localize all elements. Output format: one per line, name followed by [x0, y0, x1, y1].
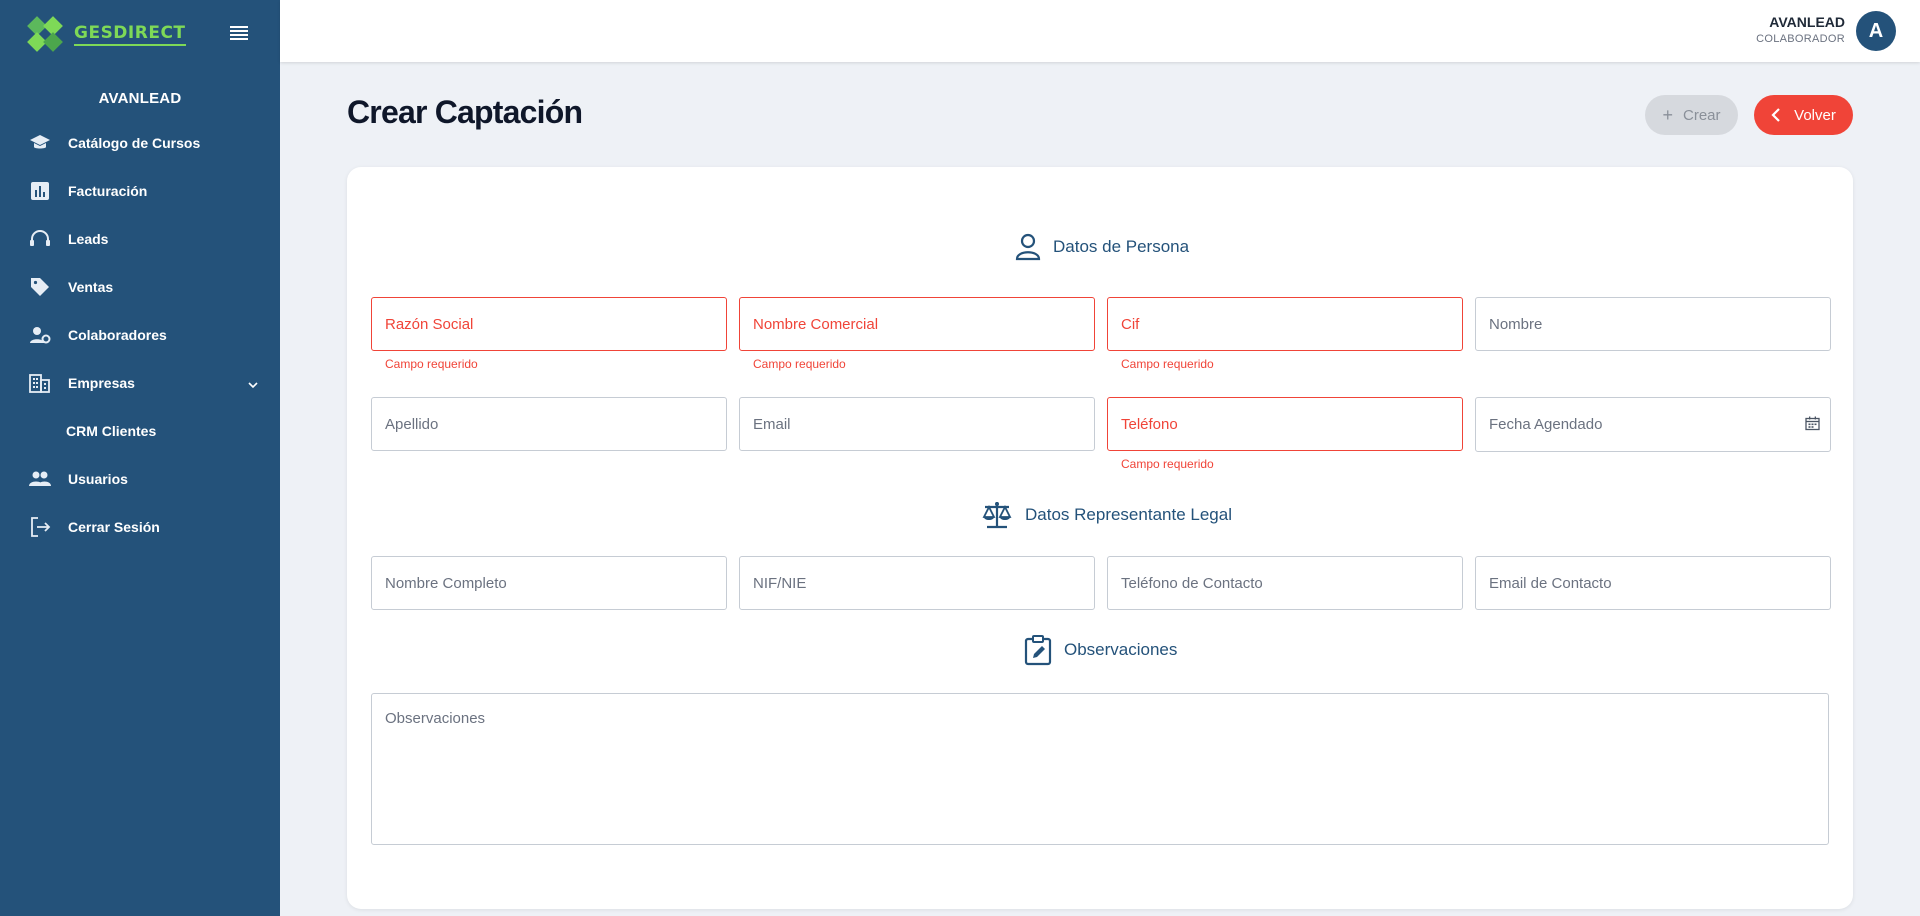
sidebar-item-label: Ventas — [68, 279, 114, 295]
building-icon — [28, 371, 52, 395]
user-info: AVANLEAD COLABORADOR — [1756, 14, 1845, 45]
sidebar: GESDIRECT AVANLEAD Catálogo de Cursos Fa… — [0, 0, 280, 916]
field-placeholder: Teléfono — [1121, 415, 1178, 433]
page-title: Crear Captación — [347, 94, 583, 130]
section-title: Datos de Persona — [1053, 237, 1190, 256]
field-placeholder: NIF/NIE — [753, 574, 807, 592]
section-title: Datos Representante Legal — [1025, 505, 1232, 524]
back-button[interactable]: Volver — [1754, 95, 1853, 135]
field-placeholder: Observaciones — [385, 710, 486, 727]
chevron-down-icon[interactable] — [248, 376, 258, 392]
sidebar-item-label: Facturación — [68, 183, 148, 199]
fecha-agendado-field[interactable]: Fecha Agendado — [1475, 397, 1831, 452]
users-icon — [28, 467, 52, 491]
field-placeholder: Apellido — [385, 415, 439, 433]
section-observaciones: Observaciones — [1024, 634, 1177, 666]
bar-chart-icon — [28, 179, 52, 203]
plus-icon: + — [1662, 104, 1673, 125]
clipboard-edit-icon — [1024, 634, 1052, 666]
error-message: Campo requerido — [1121, 457, 1214, 471]
sidebar-item-empresas[interactable]: Empresas — [0, 359, 280, 407]
error-message: Campo requerido — [753, 357, 846, 371]
form-card: Datos de Persona Razón Social Campo requ… — [347, 167, 1853, 909]
section-representante-legal: Datos Representante Legal — [981, 500, 1232, 530]
sidebar-item-catalogo[interactable]: Catálogo de Cursos — [0, 119, 280, 167]
chevron-left-icon — [1771, 108, 1780, 122]
logo-icon — [26, 15, 64, 53]
menu-toggle-icon[interactable] — [230, 26, 248, 40]
error-message: Campo requerido — [1121, 357, 1214, 371]
back-button-label: Volver — [1794, 106, 1836, 124]
email-field[interactable]: Email — [739, 397, 1095, 451]
field-placeholder: Email — [753, 415, 791, 433]
user-gear-icon — [28, 323, 52, 347]
section-title: Observaciones — [1064, 640, 1178, 659]
brand-name: GESDIRECT — [74, 23, 186, 46]
sidebar-item-label: Colaboradores — [68, 327, 167, 343]
field-placeholder: Nombre — [1489, 315, 1543, 333]
sidebar-item-ventas[interactable]: Ventas — [0, 263, 280, 311]
field-placeholder: Nombre Completo — [385, 574, 507, 592]
sidebar-item-label: Usuarios — [68, 471, 128, 487]
field-placeholder: Teléfono de Contacto — [1121, 574, 1263, 592]
sidebar-item-facturacion[interactable]: Facturación — [0, 167, 280, 215]
scale-icon — [981, 500, 1013, 530]
top-bar: AVANLEAD COLABORADOR A — [280, 0, 1920, 62]
user-role: COLABORADOR — [1756, 33, 1845, 45]
sidebar-item-leads[interactable]: Leads — [0, 215, 280, 263]
nombre-completo-field[interactable]: Nombre Completo — [371, 556, 727, 610]
sidebar-item-label: Cerrar Sesión — [68, 519, 160, 535]
nif-nie-field[interactable]: NIF/NIE — [739, 556, 1095, 610]
company-name: AVANLEAD — [98, 90, 182, 107]
nombre-comercial-field[interactable]: Nombre Comercial — [739, 297, 1095, 351]
nombre-field[interactable]: Nombre — [1475, 297, 1831, 351]
section-datos-persona: Datos de Persona — [1015, 233, 1189, 261]
create-button[interactable]: + Crear — [1645, 95, 1738, 135]
field-placeholder: Nombre Comercial — [753, 315, 879, 333]
tag-icon — [28, 275, 52, 299]
person-icon — [1015, 233, 1041, 261]
graduation-cap-icon — [28, 131, 52, 155]
observaciones-textarea[interactable]: Observaciones — [371, 693, 1829, 845]
field-placeholder: Email de Contacto — [1489, 574, 1612, 592]
sidebar-item-cerrar-sesion[interactable]: Cerrar Sesión — [0, 503, 280, 551]
email-contacto-field[interactable]: Email de Contacto — [1475, 556, 1831, 610]
field-placeholder: Razón Social — [385, 315, 474, 333]
telefono-field[interactable]: Teléfono — [1107, 397, 1463, 451]
field-placeholder: Cif — [1121, 315, 1140, 333]
sidebar-item-colaboradores[interactable]: Colaboradores — [0, 311, 280, 359]
sidebar-item-label: CRM Clientes — [66, 423, 157, 439]
user-name: AVANLEAD — [1769, 14, 1845, 30]
calendar-icon[interactable] — [1805, 416, 1820, 435]
sidebar-item-crm-clientes[interactable]: CRM Clientes — [0, 407, 280, 455]
error-message: Campo requerido — [385, 357, 478, 371]
field-placeholder: Fecha Agendado — [1489, 416, 1603, 433]
razon-social-field[interactable]: Razón Social — [371, 297, 727, 351]
logout-icon — [28, 515, 52, 539]
apellido-field[interactable]: Apellido — [371, 397, 727, 451]
create-button-label: Crear — [1683, 106, 1721, 124]
sidebar-item-label: Empresas — [68, 375, 135, 391]
sidebar-item-label: Leads — [68, 231, 109, 247]
cif-field[interactable]: Cif — [1107, 297, 1463, 351]
headset-icon — [28, 227, 52, 251]
telefono-contacto-field[interactable]: Teléfono de Contacto — [1107, 556, 1463, 610]
sidebar-item-usuarios[interactable]: Usuarios — [0, 455, 280, 503]
avatar[interactable]: A — [1856, 11, 1896, 51]
sidebar-item-label: Catálogo de Cursos — [68, 135, 201, 151]
